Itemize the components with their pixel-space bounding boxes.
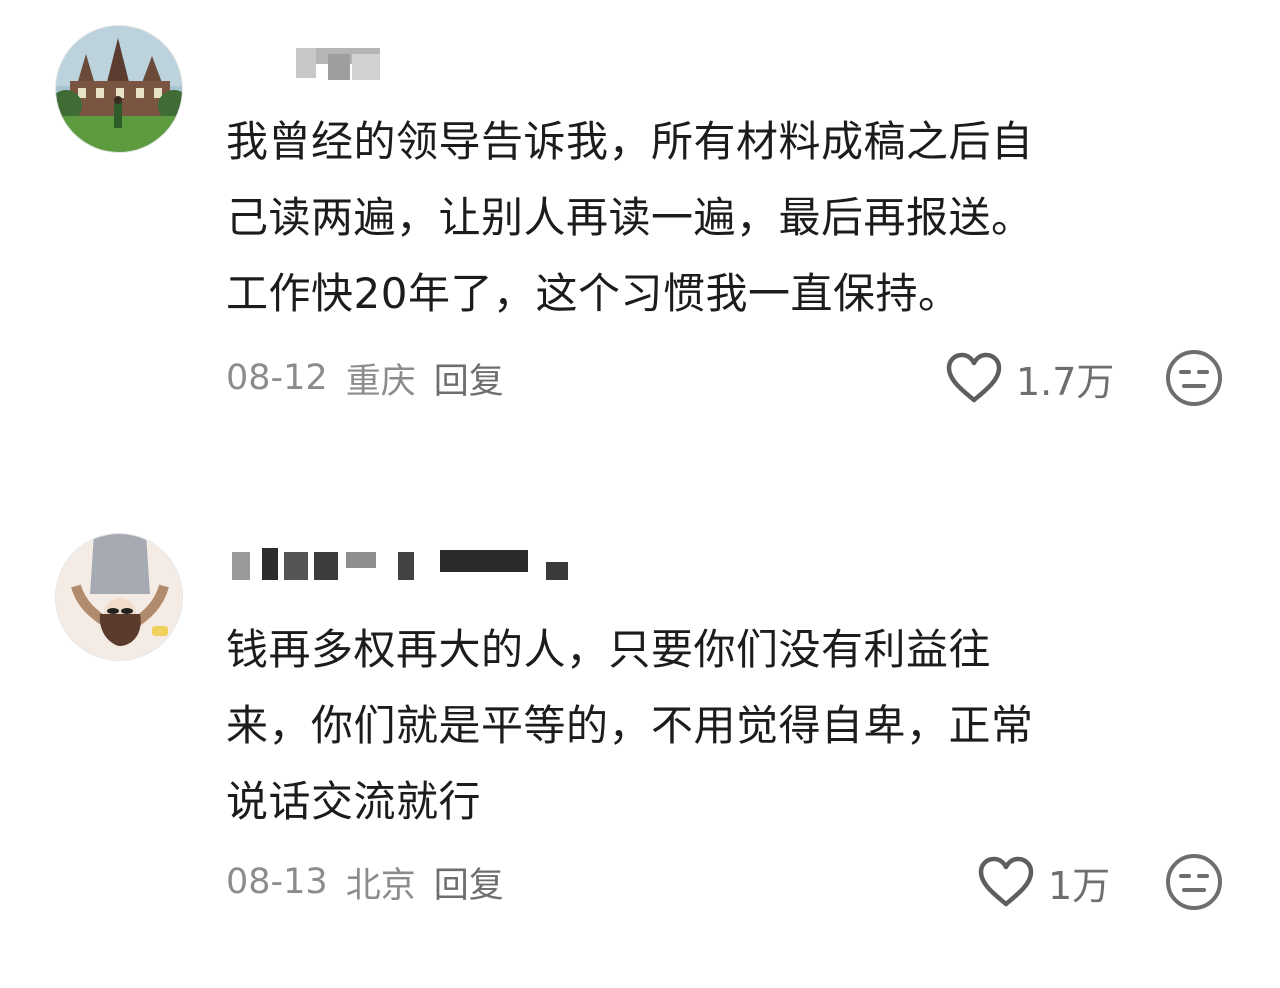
comment-item: 我曾经的领导告诉我，所有材料成稿之后自 己读两遍，让别人再读一遍，最后再报送。 …: [0, 0, 1280, 470]
like-button[interactable]: 1.7万: [944, 348, 1114, 408]
reply-button[interactable]: 回复: [434, 353, 504, 404]
heart-outline-icon: [978, 856, 1034, 907]
comment-location: 重庆: [345, 361, 416, 402]
reply-button[interactable]: 回复: [434, 857, 504, 908]
comment-text: 我曾经的领导告诉我，所有材料成稿之后自 己读两遍，让别人再读一遍，最后再报送。 …: [226, 117, 1034, 318]
like-button[interactable]: 1万: [976, 852, 1110, 912]
neutral-face-icon[interactable]: [1164, 348, 1224, 408]
avatar-image: [56, 534, 182, 660]
username-pixelated[interactable]: [228, 540, 588, 600]
comment-date: 08-12: [226, 358, 328, 398]
avatar[interactable]: [55, 533, 183, 661]
like-count: 1.7万: [1016, 359, 1115, 404]
avatar[interactable]: [55, 25, 183, 153]
comment-location: 北京: [345, 865, 416, 906]
avatar-image: [56, 26, 182, 152]
comment-date: 08-13: [226, 862, 328, 902]
comment-meta: 08-13 北京 回复: [226, 858, 522, 906]
username-pixelated[interactable]: [228, 40, 588, 100]
comment-text: 钱再多权再大的人，只要你们没有利益往 来，你们就是平等的，不用觉得自卑，正常 说…: [226, 625, 1034, 826]
comment-item: 钱再多权再大的人，只要你们没有利益往 来，你们就是平等的，不用觉得自卑，正常 说…: [0, 500, 1280, 988]
heart-outline-icon: [946, 352, 1002, 403]
like-count: 1万: [1048, 863, 1111, 908]
neutral-face-icon[interactable]: [1164, 852, 1224, 912]
pixelated-username-graphic: [296, 48, 380, 80]
pixelated-username-graphic: [232, 548, 568, 580]
comment-meta: 08-12 重庆 回复: [226, 354, 522, 402]
